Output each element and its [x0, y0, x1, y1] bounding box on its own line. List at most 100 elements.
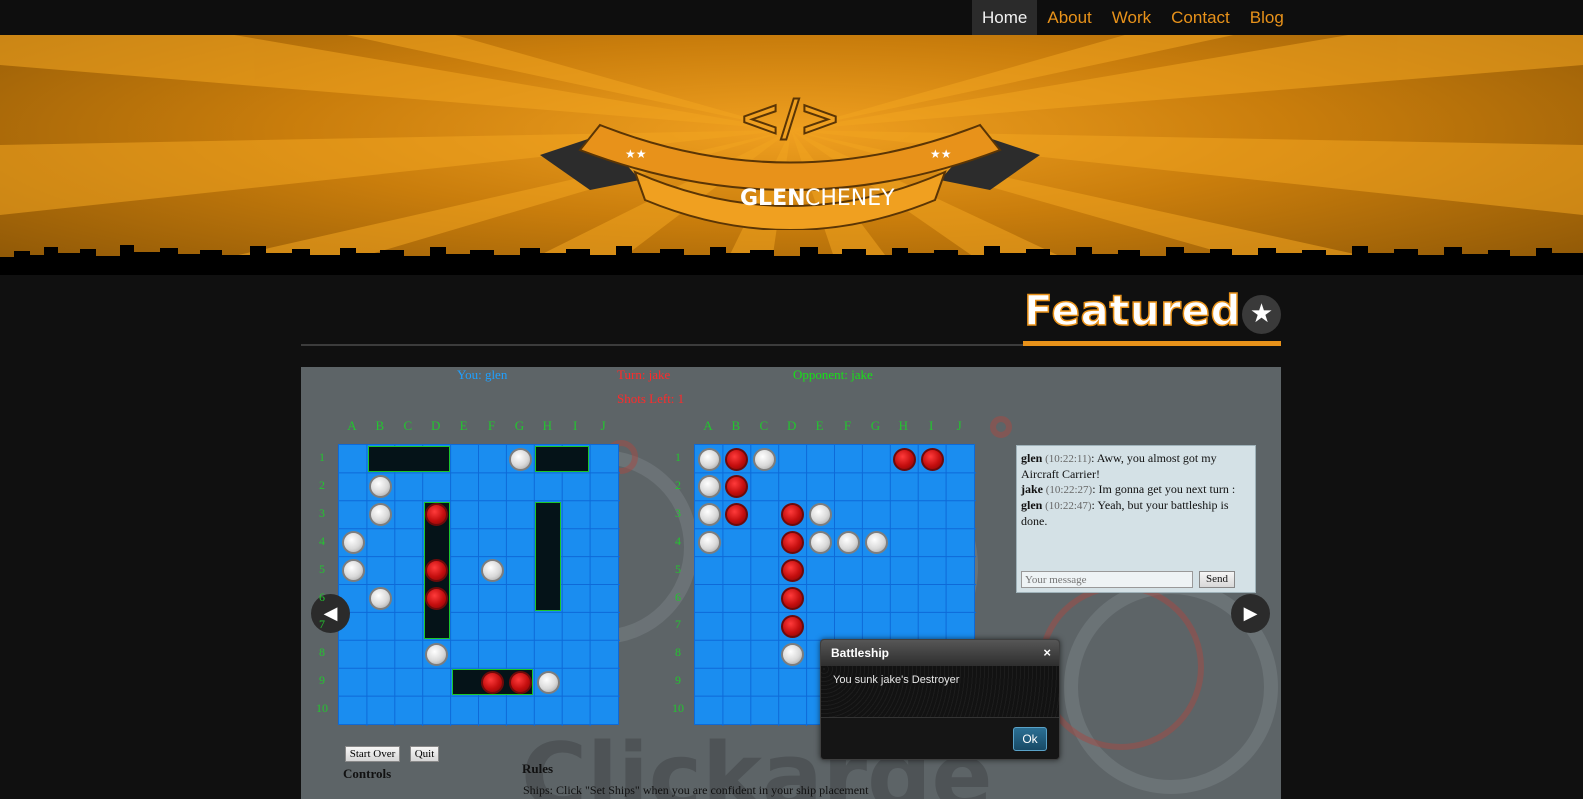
nav-home[interactable]: Home [972, 0, 1038, 35]
row-label: 3 [319, 505, 325, 520]
ship [535, 446, 590, 472]
chat-message: glen (10:22:47): Yeah, but your battlesh… [1017, 498, 1255, 529]
controls-heading: Controls [343, 766, 392, 781]
row-label: 9 [319, 673, 325, 688]
column-label: H [542, 418, 552, 433]
column-label: H [898, 418, 908, 433]
dialog-titlebar: Battleship × [821, 640, 1059, 666]
player-label: You: glen [457, 367, 508, 382]
dialog-message: You sunk jake's Destroyer [821, 666, 1059, 718]
nav-about[interactable]: About [1037, 0, 1101, 35]
column-label: I [929, 418, 934, 433]
row-label: 7 [319, 617, 325, 632]
quit-button[interactable]: Quit [410, 746, 439, 762]
miss-peg [697, 475, 721, 499]
divider-accent [1023, 341, 1281, 346]
column-label: F [843, 418, 852, 433]
ship [535, 501, 562, 612]
nav-blog[interactable]: Blog [1240, 0, 1294, 35]
star-icon: ★★ [625, 147, 647, 161]
miss-peg [341, 531, 365, 555]
start-over-button[interactable]: Start Over [345, 746, 400, 762]
logo-last-name: CHENEY [805, 186, 895, 211]
opponent-label: Opponent: jake [793, 367, 873, 382]
chat-author: glen [1021, 498, 1043, 512]
miss-peg [697, 503, 721, 527]
column-label: G [870, 418, 881, 433]
nav-work[interactable]: Work [1102, 0, 1161, 35]
column-label: A [703, 418, 713, 433]
ship [367, 446, 450, 472]
miss-peg [536, 670, 560, 694]
ok-button[interactable]: Ok [1013, 727, 1047, 751]
nav-contact[interactable]: Contact [1161, 0, 1240, 35]
row-label: 8 [319, 645, 325, 660]
row-label: 5 [675, 561, 681, 576]
column-label: D [786, 418, 797, 433]
dialog-title: Battleship [831, 646, 890, 660]
close-icon[interactable]: × [1043, 640, 1051, 666]
divider [301, 344, 1023, 346]
column-label: B [375, 418, 385, 433]
chat-timestamp: (10:22:11) [1042, 453, 1092, 465]
chat-text: : Im gonna get you next turn : [1092, 482, 1236, 496]
site-logo: ★★ ★★ </> GLEN CHENEY [540, 88, 1040, 230]
chat-timestamp: (10:22:27) [1043, 484, 1093, 496]
chat-author: glen [1021, 451, 1043, 465]
hit-peg [481, 670, 504, 694]
column-label: J [956, 418, 962, 433]
chat-timestamp: (10:22:47) [1042, 500, 1092, 512]
row-label: 1 [319, 450, 325, 464]
featured-slide: Clickarde You: glen Turn: jake Opponent:… [301, 367, 1281, 799]
hit-peg [781, 614, 805, 638]
star-icon: ★★ [930, 147, 952, 161]
column-label: F [487, 418, 496, 433]
header-banner: ★★ ★★ </> GLEN CHENEY [0, 35, 1583, 275]
miss-peg [425, 642, 449, 666]
rules-text: Ships: Click "Set Ships" when you are co… [523, 783, 869, 797]
chat-message: glen (10:22:11): Aww, you almost got my … [1017, 451, 1255, 482]
player-board [338, 444, 620, 726]
column-label: I [573, 418, 578, 433]
send-button[interactable]: Send [1199, 571, 1235, 588]
rules-heading: Rules [522, 761, 554, 776]
arrow-right-icon: ▶ [1243, 603, 1258, 623]
hit-peg [920, 447, 944, 471]
miss-peg [481, 559, 504, 583]
hit-peg [725, 447, 749, 471]
column-label: B [731, 418, 741, 433]
column-label: E [459, 418, 468, 433]
turn-label: Turn: jake [617, 367, 671, 382]
column-label: C [403, 418, 413, 433]
row-label: 3 [675, 505, 681, 520]
row-label: 1 [675, 450, 681, 464]
miss-peg [864, 531, 888, 555]
star-icon: ★ [1242, 295, 1281, 334]
column-label: E [815, 418, 824, 433]
chat-author: jake [1021, 482, 1043, 496]
hit-peg [892, 447, 916, 471]
column-label: C [759, 418, 769, 433]
shots-left: Shots Left: 1 [617, 391, 685, 406]
chat-message: jake (10:22:27): Im gonna get you next t… [1017, 482, 1255, 498]
chat-message-input[interactable] [1021, 571, 1193, 588]
miss-peg [341, 559, 365, 583]
row-label: 2 [675, 477, 681, 492]
row-label: 6 [675, 589, 681, 604]
city-skyline [0, 245, 1583, 275]
miss-peg [697, 447, 721, 471]
code-brackets-icon: </> [739, 89, 841, 147]
column-label: D [430, 418, 441, 433]
top-nav: Home About Work Contact Blog [0, 0, 1583, 35]
miss-peg [781, 642, 805, 666]
row-label: 6 [319, 589, 325, 604]
column-label: G [514, 418, 525, 433]
miss-peg [753, 447, 777, 471]
column-label: A [347, 418, 357, 433]
next-slide-button[interactable]: ▶ [1231, 594, 1270, 633]
row-label: 7 [675, 617, 681, 632]
chat-panel: glen (10:22:11): Aww, you almost got my … [1016, 445, 1256, 593]
row-label: 2 [319, 477, 325, 492]
row-label: 4 [319, 533, 325, 548]
section-title: Featured [1023, 285, 1242, 336]
